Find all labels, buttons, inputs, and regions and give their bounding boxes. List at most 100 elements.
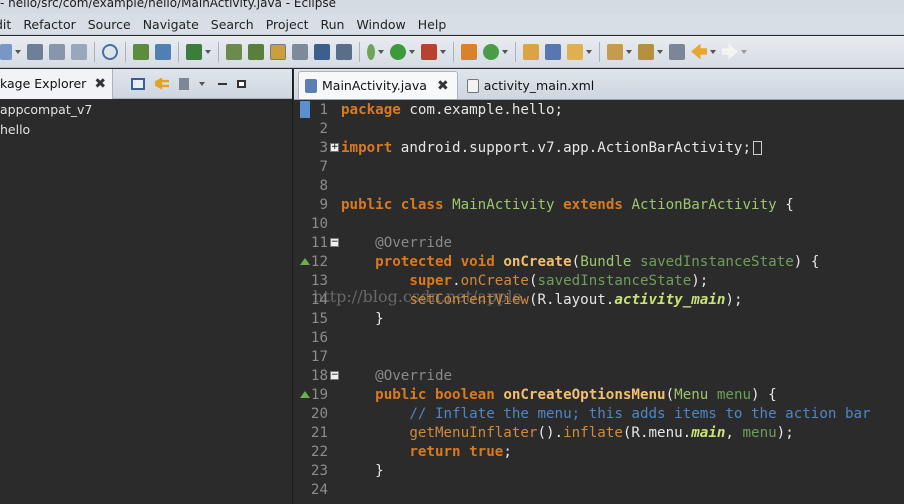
new-java-project-icon[interactable]	[421, 43, 437, 60]
print-icon[interactable]	[71, 43, 87, 60]
lint-icon[interactable]	[314, 43, 330, 60]
sdk-manager-icon[interactable]	[248, 43, 264, 60]
line-number: 7	[319, 159, 328, 175]
save-all-icon[interactable]	[49, 43, 65, 60]
brush-icon[interactable]	[567, 43, 583, 60]
code-line[interactable]: 16	[294, 329, 904, 348]
menu-source[interactable]: Source	[82, 14, 137, 35]
code-editor[interactable]: http://blog.csdn.net/apple 1 package com.…	[294, 100, 904, 504]
minimize-icon[interactable]	[218, 82, 228, 85]
java-perspective-icon[interactable]	[226, 43, 242, 60]
line-number: 1	[319, 102, 328, 118]
code-line[interactable]: 9 public class MainActivity extends Actio…	[294, 196, 904, 215]
line-number: 15	[310, 311, 328, 327]
chevron-down-icon[interactable]	[657, 49, 663, 54]
chevron-down-icon[interactable]	[741, 49, 747, 54]
tree-item-hello[interactable]: hello	[0, 120, 292, 140]
tab-activity-main-xml[interactable]: activity_main.xml	[460, 71, 604, 99]
tab-package-explorer[interactable]: kage Explorer ✖	[0, 68, 114, 99]
forward-icon[interactable]	[722, 43, 738, 60]
maximize-icon[interactable]	[237, 79, 247, 88]
close-icon[interactable]: ✖	[94, 76, 106, 92]
link-with-editor-icon[interactable]	[155, 77, 170, 90]
xml-file-icon	[466, 78, 479, 93]
menu-search[interactable]: Search	[205, 14, 260, 35]
menu-help[interactable]: Help	[412, 14, 453, 35]
skip-breakpoints-icon[interactable]	[102, 43, 118, 60]
code-line[interactable]: 23 }	[294, 462, 904, 481]
chevron-down-icon[interactable]	[199, 81, 206, 86]
menu-window[interactable]: Window	[350, 14, 411, 35]
tab-mainactivity-java[interactable]: MainActivity.java ✖	[298, 71, 458, 99]
collapse-fold-icon[interactable]: −	[330, 238, 339, 247]
last-edit-icon[interactable]	[669, 43, 685, 60]
code-line[interactable]: 11− @Override	[294, 234, 904, 253]
line-number: 2	[319, 121, 328, 137]
chevron-down-icon[interactable]	[586, 49, 592, 54]
code-line[interactable]: 21 getMenuInflater().inflate(R.menu.main…	[294, 424, 904, 443]
menu-edit[interactable]: dit	[0, 14, 17, 35]
new-icon[interactable]	[0, 43, 12, 60]
chevron-down-icon[interactable]	[15, 49, 21, 54]
next-annotation-icon[interactable]	[607, 43, 623, 60]
menu-refactor[interactable]: Refactor	[17, 14, 81, 35]
chevron-down-icon[interactable]	[502, 49, 508, 54]
collapse-fold-icon[interactable]: −	[330, 371, 339, 380]
code-line[interactable]: 22 return true;	[294, 443, 904, 462]
chevron-down-icon[interactable]	[440, 49, 446, 54]
task-icon[interactable]	[186, 43, 202, 60]
line-number: 10	[310, 216, 328, 232]
folded-import-indicator[interactable]	[753, 141, 762, 155]
code-line[interactable]: 17	[294, 348, 904, 367]
save-icon[interactable]	[27, 43, 43, 60]
menu-project[interactable]: Project	[260, 14, 315, 35]
toolbar-separator	[94, 41, 95, 62]
toolbar-separator	[125, 41, 126, 62]
code-line[interactable]: 24	[294, 481, 904, 500]
collapse-all-icon[interactable]	[131, 77, 146, 90]
search-icon[interactable]	[545, 43, 561, 60]
debug-icon[interactable]	[367, 43, 375, 60]
avd-manager-icon[interactable]	[292, 43, 308, 60]
package-explorer: kage Explorer ✖ appcompat_v7 hello	[0, 68, 293, 504]
code-line[interactable]: 3 + import android.support.v7.app.ActionBa…	[294, 139, 904, 158]
external-tools-icon[interactable]	[336, 43, 352, 60]
refresh-icon[interactable]	[483, 43, 499, 60]
line-number: 9	[319, 197, 328, 213]
package-explorer-title: kage Explorer	[0, 76, 87, 91]
expand-fold-icon[interactable]: +	[330, 143, 339, 152]
code-line[interactable]: 20 // Inflate the menu; this adds items …	[294, 405, 904, 424]
back-icon[interactable]	[691, 43, 707, 60]
highlight-icon[interactable]	[270, 43, 286, 60]
menu-run[interactable]: Run	[315, 14, 351, 35]
open-folder-icon[interactable]	[523, 43, 539, 60]
prev-annotation-icon[interactable]	[638, 43, 654, 60]
line-number: 24	[310, 482, 328, 498]
code-line[interactable]: 12 protected void onCreate(Bundle savedI…	[294, 253, 904, 272]
new-class-icon[interactable]	[461, 43, 477, 60]
code-line[interactable]: 7	[294, 158, 904, 177]
code-line[interactable]: 8	[294, 177, 904, 196]
open-type-icon[interactable]	[133, 43, 149, 60]
line-number: 12	[310, 254, 328, 270]
close-icon[interactable]: ✖	[437, 78, 449, 94]
console-icon[interactable]	[155, 43, 171, 60]
code-line[interactable]: 15 }	[294, 310, 904, 329]
code-line[interactable]: 14 setContentView(R.layout.activity_main…	[294, 291, 904, 310]
chevron-down-icon[interactable]	[378, 49, 384, 54]
menu-navigate[interactable]: Navigate	[137, 14, 205, 35]
tree-item-appcompat[interactable]: appcompat_v7	[0, 100, 292, 120]
code-line[interactable]: 19 public boolean onCreateOptionsMenu(Me…	[294, 386, 904, 405]
chevron-down-icon[interactable]	[626, 49, 632, 54]
line-number: 17	[310, 349, 328, 365]
code-line[interactable]: 13 super.onCreate(savedInstanceState);	[294, 272, 904, 291]
run-icon[interactable]	[390, 43, 406, 60]
code-line[interactable]: 10	[294, 215, 904, 234]
chevron-down-icon[interactable]	[710, 49, 716, 54]
code-line[interactable]: 18− @Override	[294, 367, 904, 386]
view-menu-icon[interactable]	[179, 77, 190, 90]
code-line[interactable]: 1 package com.example.hello;	[294, 101, 904, 120]
chevron-down-icon[interactable]	[409, 49, 415, 54]
chevron-down-icon[interactable]	[205, 49, 211, 54]
code-line[interactable]: 2	[294, 120, 904, 139]
